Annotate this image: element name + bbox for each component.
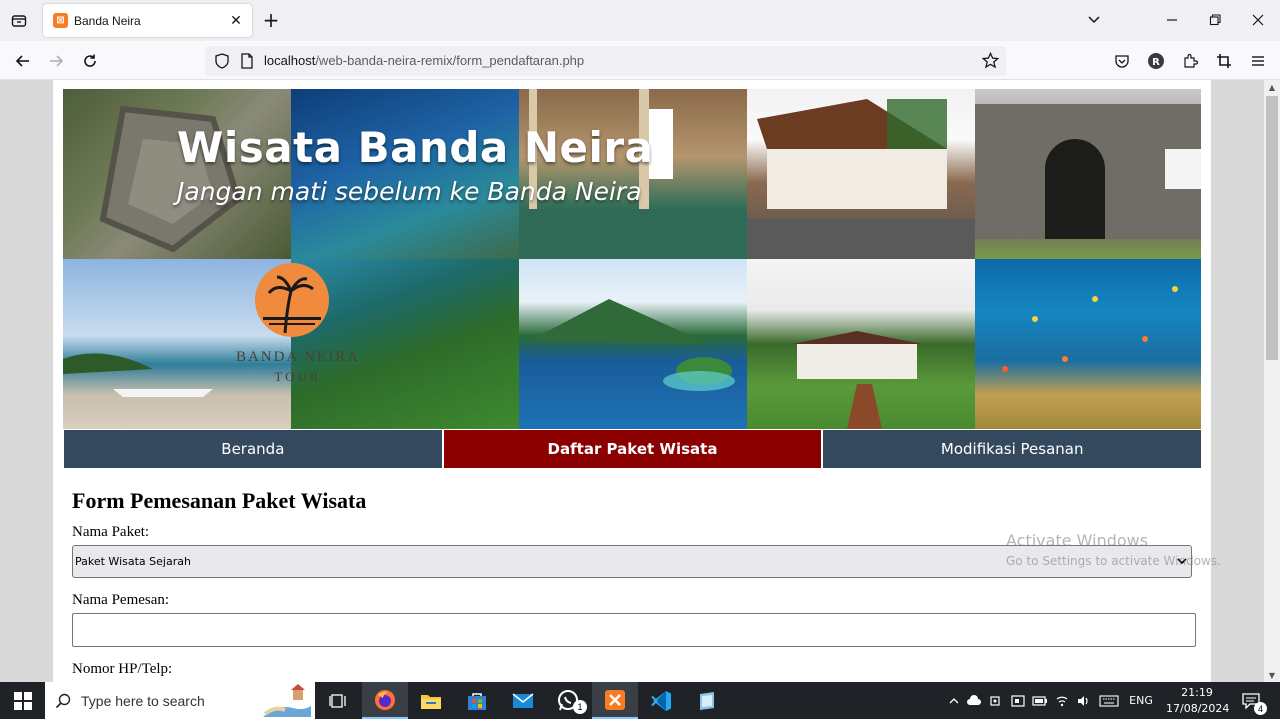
crop-icon[interactable] — [1210, 46, 1238, 76]
microsoft-store-icon[interactable] — [454, 682, 500, 719]
photo-governor-house — [747, 259, 975, 429]
menu-item-beranda[interactable]: Beranda — [63, 430, 442, 468]
watermark-line1: Activate Windows — [1006, 531, 1149, 550]
taskbar-search-box[interactable]: Type here to search — [45, 682, 315, 719]
search-highlight-icon — [263, 684, 311, 717]
close-tab-icon[interactable]: ✕ — [225, 10, 247, 32]
notepad-app-icon[interactable] — [684, 682, 730, 719]
extensions-icon[interactable] — [1176, 46, 1204, 76]
pemesan-label: Nama Pemesan: — [72, 592, 170, 608]
photo-coast-sea — [291, 89, 519, 259]
scroll-down-arrow-icon[interactable]: ▼ — [1264, 668, 1280, 682]
bookmark-star-icon[interactable] — [981, 51, 1000, 74]
navigation-toolbar: localhost/web-banda-neira-remix/form_pen… — [0, 41, 1280, 80]
notification-center-icon[interactable]: 4 — [1236, 688, 1267, 715]
sunset-palm-icon — [255, 263, 329, 337]
header-banner: BANDA NEIRA TOUR Wisata Banda Neira Jang… — [63, 89, 1201, 429]
logo-text: BANDA NEIRA — [235, 349, 361, 365]
speaker-icon[interactable] — [1073, 695, 1095, 707]
page-viewport: BANDA NEIRA TOUR Wisata Banda Neira Jang… — [0, 80, 1264, 682]
watermark-line2: Go to Settings to activate Windows. — [1006, 554, 1221, 568]
windows-start-icon[interactable] — [0, 682, 45, 719]
chevron-down-icon[interactable] — [1083, 9, 1105, 31]
language-indicator[interactable]: ENG — [1123, 694, 1159, 707]
xampp-icon[interactable] — [592, 682, 638, 719]
form-title: Form Pemesanan Paket Wisata — [72, 488, 367, 513]
pemesan-input[interactable] — [72, 613, 1196, 647]
forward-arrow-icon[interactable] — [41, 46, 71, 76]
menu-item-modifikasi-pesanan[interactable]: Modifikasi Pesanan — [821, 430, 1202, 468]
tab-bar: ⊠ Banda Neira ✕ + — [0, 0, 1280, 41]
url-host: localhost — [264, 53, 316, 68]
logo-text-tour: TOUR — [274, 369, 322, 384]
taskbar-clock[interactable]: 21:19 17/08/2024 — [1166, 685, 1230, 717]
search-icon — [55, 693, 71, 708]
minimize-icon[interactable] — [1150, 4, 1194, 36]
banner-title: Wisata Banda Neira — [177, 123, 654, 172]
whatsapp-badge: 1 — [573, 700, 587, 714]
photo-coral-reef — [975, 259, 1201, 429]
banner-subtitle: Jangan mati sebelum ke Banda Neira — [177, 177, 642, 206]
scroll-thumb[interactable] — [1266, 96, 1278, 360]
order-form: Form Pemesanan Paket Wisata Nama Paket: … — [72, 488, 1196, 678]
clock-time: 21:19 — [1181, 686, 1213, 699]
restore-icon[interactable] — [1193, 4, 1237, 36]
photo-museum-building — [519, 89, 747, 259]
reload-icon[interactable] — [75, 46, 105, 76]
weather-cloud-icon[interactable] — [963, 695, 985, 706]
meet-now-icon[interactable] — [985, 694, 1007, 708]
menu-item-daftar-paket-wisata[interactable]: Daftar Paket Wisata — [441, 430, 822, 468]
hp-label: Nomor HP/Telp: — [72, 661, 173, 677]
paket-selected-value: Paket Wisata Sejarah — [75, 555, 191, 568]
main-menu: Beranda Daftar Paket Wisata Modifikasi P… — [63, 430, 1202, 468]
account-avatar-icon[interactable]: R — [1142, 46, 1170, 76]
photo-aerial-fort — [63, 89, 291, 259]
new-tab-icon[interactable]: + — [260, 8, 282, 32]
banda-neira-tour-logo: BANDA NEIRA TOUR — [228, 263, 368, 393]
device-icon[interactable] — [1007, 694, 1029, 708]
browser-tab[interactable]: ⊠ Banda Neira ✕ — [43, 4, 252, 37]
close-window-icon[interactable] — [1236, 4, 1280, 36]
keyboard-icon[interactable] — [1095, 694, 1123, 707]
xampp-favicon-icon: ⊠ — [53, 13, 68, 28]
mail-icon[interactable] — [500, 682, 546, 719]
windows-taskbar: Type here to search 1 ENG 21:19 17/08/20… — [0, 682, 1280, 719]
page-icon[interactable] — [240, 53, 254, 74]
page-container: BANDA NEIRA TOUR Wisata Banda Neira Jang… — [53, 80, 1211, 682]
battery-icon[interactable] — [1029, 695, 1051, 706]
task-view-icon[interactable] — [315, 682, 361, 719]
page-scrollbar[interactable]: ▲ ▼ — [1264, 80, 1280, 682]
search-placeholder: Type here to search — [81, 692, 205, 709]
whatsapp-icon[interactable]: 1 — [546, 682, 592, 719]
pocket-icon[interactable] — [1108, 46, 1136, 76]
url-text[interactable]: localhost/web-banda-neira-remix/form_pen… — [264, 53, 584, 68]
wifi-icon[interactable] — [1051, 695, 1073, 707]
shield-icon[interactable] — [214, 53, 230, 74]
activate-windows-watermark: Activate Windows Go to Settings to activ… — [1006, 531, 1221, 568]
firefox-taskbar-icon[interactable] — [362, 682, 408, 719]
back-arrow-icon[interactable] — [8, 46, 38, 76]
tab-title: Banda Neira — [74, 13, 141, 28]
menu-hamburger-icon[interactable] — [1244, 46, 1272, 76]
photo-colonial-house — [747, 89, 975, 259]
url-path: /web-banda-neira-remix/form_pendaftaran.… — [315, 53, 585, 68]
notification-badge: 4 — [1254, 702, 1267, 715]
clock-date: 17/08/2024 — [1166, 702, 1230, 715]
vscode-icon[interactable] — [638, 682, 684, 719]
file-explorer-icon[interactable] — [408, 682, 454, 719]
firefox-view-icon[interactable] — [6, 8, 32, 34]
system-tray: ENG — [945, 682, 1159, 719]
photo-old-fort-gate — [975, 89, 1201, 259]
scroll-up-arrow-icon[interactable]: ▲ — [1264, 80, 1280, 94]
svg-text:R: R — [1152, 57, 1160, 68]
chevron-up-icon[interactable] — [945, 697, 963, 704]
url-bar[interactable]: localhost/web-banda-neira-remix/form_pen… — [205, 46, 1006, 76]
photo-volcano-island — [519, 259, 747, 429]
